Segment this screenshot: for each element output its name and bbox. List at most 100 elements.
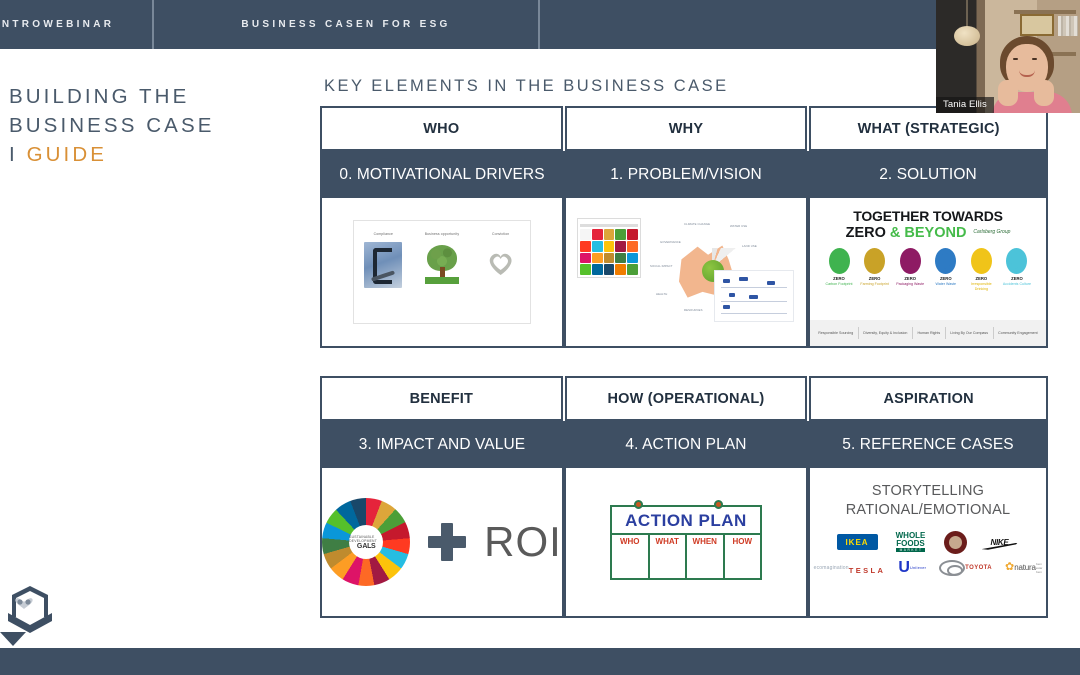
radial-label-0: CLIMATE CHANGE (684, 222, 711, 226)
natura-logo: ✿ natura bem estar bem (1005, 562, 1042, 574)
pillar-ring-icon-1 (864, 248, 886, 274)
topbar-segment-intro[interactable]: INTROWEBINAR (0, 0, 152, 49)
action-plan-title: ACTION PLAN (625, 510, 747, 530)
toyota-logo: TOYOTA (939, 559, 993, 576)
brand-logo-row-1: IKEA WHOLE FOODS M A R K E T NIKE (820, 530, 1036, 554)
pillar-ring-icon-2 (899, 248, 921, 274)
brand-logo-row-2: ecomagination TESLA U Unilever TOYOTA ✿ … (814, 558, 1042, 576)
action-plan-board: ACTION PLAN WHO WHAT WHEN HOW (610, 499, 762, 580)
pillar-zero-water: ZERO Water Waste (931, 248, 961, 292)
subheader-cell-reference-cases: 5. REFERENCE CASES (842, 435, 1014, 453)
matrix-node-3 (767, 281, 775, 285)
table-row-content-top: Compliance Business opportunity Convicti… (320, 198, 1048, 348)
pillar-ring-icon-3 (935, 248, 957, 274)
left-title-line-1: BUILDING THE (9, 85, 190, 108)
natura-flower-icon: ✿ (1005, 561, 1015, 574)
carlsberg-sustainability-graphic: TOGETHER TOWARDS ZERO & BEYOND Carlsberg… (810, 198, 1046, 346)
action-plan-col-who: WHO (612, 534, 650, 548)
radial-label-6: HEALTH (656, 292, 668, 296)
topbar-segment-business-case[interactable]: BUSINESS CASEN FOR ESG (154, 0, 538, 49)
content-cell-solution: TOGETHER TOWARDS ZERO & BEYOND Carlsberg… (808, 198, 1048, 348)
plus-icon (428, 523, 467, 561)
matrix-node-6 (723, 305, 730, 309)
books-on-shelf (1058, 16, 1078, 36)
carlsberg-brand-logo: Carlsberg Group (973, 229, 1011, 236)
unilever-wordmark: Unilever (909, 565, 927, 571)
eye-right (1032, 58, 1037, 60)
header-cell-who: WHO (320, 106, 563, 151)
video-participant-tile[interactable]: Tania Ellis (936, 0, 1080, 113)
driver-conviction: Conviction (475, 232, 527, 288)
action-plan-empty-body (612, 547, 760, 578)
eye-left (1013, 58, 1018, 60)
toyota-ellipse-icon (939, 559, 966, 576)
content-cell-action-plan: ACTION PLAN WHO WHAT WHEN HOW (564, 468, 808, 618)
action-plan-col-what: WHAT (650, 534, 687, 548)
topbar-segment-empty[interactable] (540, 0, 940, 49)
carlsberg-pillars: ZERO Carbon Footprint ZERO Farming Footp… (816, 241, 1040, 292)
pillar-label-3: Water Waste (935, 282, 957, 286)
sdg-icon-7 (603, 240, 615, 252)
pillar-tag-0: ZERO (833, 276, 845, 281)
sdg-icon-12 (603, 252, 615, 264)
pillar-tag-5: ZERO (1011, 276, 1023, 281)
matrix-node-4 (729, 293, 735, 297)
starbucks-logo (943, 530, 967, 554)
sdg-icon-logo (580, 229, 591, 240)
carlsberg-footer-item-1: Diversity, Equity & Inclusion (863, 330, 908, 335)
matrix-line-1 (721, 287, 787, 288)
starbucks-siren-icon (943, 530, 967, 554)
sdg-wheel-hub: SUSTAINABLE DEVELOPMENT G ALS (349, 525, 384, 559)
whole-foods-line-3: M A R K E T (895, 548, 926, 553)
page-title: KEY ELEMENTS IN THE BUSINESS CASE (324, 77, 729, 95)
toyota-wordmark: TOYOTA (965, 565, 993, 572)
action-plan-sketch: ACTION PLAN WHO WHAT WHEN HOW (566, 468, 806, 616)
carlsberg-footer-item-3: Living By Our Compass (950, 330, 989, 335)
vision-diagram: CLIMATE CHANGE WATER USE LAND USE BIODIV… (566, 198, 806, 346)
sdg-icon-18 (615, 264, 627, 276)
storytelling-title-line-2: RATIONAL/EMOTIONAL (845, 501, 1011, 518)
matrix-node-2 (739, 277, 748, 281)
action-plan-column-headers: WHO WHAT WHEN HOW (612, 532, 760, 548)
heart-icon (481, 242, 520, 288)
pin-icon-right (714, 499, 723, 509)
sdg-icon-4 (627, 229, 638, 240)
carlsberg-footer-item-0: Responsible Sourcing (818, 330, 854, 335)
driver-compliance: Compliance (357, 232, 409, 288)
sdg-grid-title-bar (580, 224, 638, 227)
carlsberg-title-beyond: & BEYOND (889, 225, 967, 241)
action-plan-cell-2 (650, 547, 687, 578)
action-plan-col-how: HOW (732, 536, 753, 546)
pillar-zero-accidents: ZERO Accidents Culture (1002, 248, 1032, 292)
pillar-label-2: Packaging Waste (896, 282, 925, 286)
content-cell-impact-and-value: SUSTAINABLE DEVELOPMENT G ALS ROI (320, 468, 564, 618)
radial-label-1: WATER USE (730, 224, 748, 228)
sdg-icon-grid (577, 218, 641, 279)
sdg-icon-15 (580, 264, 591, 276)
storytelling-graphic: STORYTELLING RATIONAL/EMOTIONAL IKEA WHO… (810, 468, 1046, 616)
key-elements-table-top: WHO WHY WHAT (STRATEGIC) 0. MOTIVATIONAL… (320, 106, 1048, 348)
framed-certificate (1020, 14, 1054, 36)
sdg-icon-19 (627, 264, 638, 276)
ikea-logo: IKEA (836, 534, 878, 551)
pillar-ring-icon-5 (1006, 248, 1028, 274)
whole-foods-logo: WHOLE FOODS M A R K E T (891, 532, 931, 553)
pillar-ring-icon-4 (970, 248, 992, 274)
tesla-wordmark: TESLA (848, 566, 886, 576)
participant-name-badge: Tania Ellis (936, 97, 994, 113)
header-cell-aspiration: ASPIRATION (809, 376, 1048, 421)
sdg-icon-17 (603, 264, 615, 276)
slide-left-title: BUILDING THE BUSINESS CASE I GUIDE (9, 82, 299, 169)
sdg-icon-13 (615, 252, 627, 264)
carlsberg-title-line-2: ZERO & BEYOND Carlsberg Group (816, 225, 1040, 241)
sdg-icon-3 (615, 229, 627, 240)
table-row-content-bottom: SUSTAINABLE DEVELOPMENT G ALS ROI ACTION… (320, 468, 1048, 618)
driver-label-business-opportunity: Business opportunity (424, 232, 460, 236)
sdg-wheel-hub-large: G ALS (356, 542, 376, 550)
sdg-icon-11 (591, 252, 603, 264)
drivers-image-group: Compliance Business opportunity Convicti… (353, 220, 531, 324)
pillar-label-5: Accidents Culture (1002, 282, 1032, 286)
pillar-zero-farming: ZERO Farming Footprint (860, 248, 890, 292)
pillar-tag-2: ZERO (904, 276, 916, 281)
unilever-u-icon: U (898, 558, 910, 576)
